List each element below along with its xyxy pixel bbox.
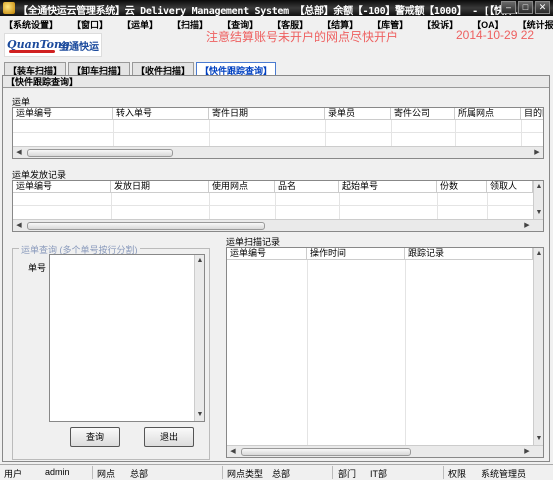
- logo-swoosh: [9, 50, 55, 53]
- scan-col-tracking[interactable]: 跟踪记录: [405, 248, 533, 259]
- tab-tracking-query[interactable]: 【快件跟踪查询】: [196, 62, 277, 76]
- menu-system-settings[interactable]: 【系统设置】: [4, 16, 58, 30]
- tracking-query-window: 【快件跟踪查询】 运单 运单编号 转入单号 寄件日期 录单员 寄件公司 所属网点…: [2, 75, 550, 462]
- scroll-down-icon[interactable]: ▼: [534, 208, 543, 218]
- scroll-left-icon[interactable]: ◀: [14, 221, 24, 231]
- status-site-type-value: 总部: [272, 469, 291, 479]
- scan-scroll-thumb[interactable]: [241, 448, 411, 456]
- status-perm-value: 系统管理员: [481, 469, 527, 479]
- scroll-left-icon[interactable]: ◀: [228, 447, 238, 457]
- status-bar: 用户 admin 网点 总部 网点类型 总部 部门 IT部 权限 系统管理员: [0, 464, 553, 480]
- window-title: 【全通快运云管理系统】云 Delivery Management System …: [18, 6, 531, 17]
- app-icon: [3, 2, 15, 14]
- menu-complaints[interactable]: 【投诉】: [422, 16, 458, 30]
- exit-button[interactable]: 退出: [144, 427, 194, 447]
- scroll-up-icon[interactable]: ▲: [534, 249, 543, 259]
- waybill-number-label: 单号: [28, 263, 47, 273]
- query-button[interactable]: 查询: [70, 427, 120, 447]
- waybill-col-sender-company[interactable]: 寄件公司: [391, 108, 455, 119]
- status-site-type-label: 网点类型: [227, 469, 264, 479]
- frame-title: 【快件跟踪查询】: [3, 76, 549, 88]
- notice-marquee: 注意结算账号未开户的网点尽快开户: [206, 30, 399, 44]
- logo-text-cn: 全通快运: [59, 42, 99, 53]
- status-user-value: admin: [45, 467, 70, 477]
- marquee-date: 2014-10-29 22: [456, 28, 535, 42]
- waybill-col-dest[interactable]: 目的网: [521, 108, 543, 119]
- status-site-label: 网点: [97, 469, 116, 479]
- status-perm-label: 权限: [448, 469, 467, 479]
- waybill-col-send-date[interactable]: 寄件日期: [209, 108, 325, 119]
- dispatch-scroll-thumb[interactable]: [27, 222, 265, 230]
- scan-vscrollbar[interactable]: ▲ ▼: [533, 248, 543, 445]
- waybill-hscrollbar[interactable]: ◀ ▶: [13, 146, 543, 158]
- status-dept-label: 部门: [338, 469, 357, 479]
- menu-window[interactable]: 【窗口】: [72, 16, 108, 30]
- scroll-down-icon[interactable]: ▼: [195, 410, 205, 420]
- scan-col-time[interactable]: 操作时间: [307, 248, 405, 259]
- dispatch-col-product[interactable]: 品名: [275, 181, 339, 192]
- query-vscrollbar[interactable]: ▲ ▼: [194, 255, 204, 421]
- scan-hscrollbar[interactable]: ◀ ▶: [227, 445, 543, 457]
- waybill-number-input[interactable]: ▲ ▼: [49, 254, 205, 422]
- dispatch-hscrollbar[interactable]: ◀ ▶: [13, 219, 543, 231]
- scroll-right-icon[interactable]: ▶: [522, 221, 532, 231]
- waybill-scroll-thumb[interactable]: [27, 149, 173, 157]
- maximize-button[interactable]: □: [518, 1, 533, 14]
- tab-unloading-scan[interactable]: 【卸车扫描】: [68, 62, 131, 76]
- status-user-label: 用户: [4, 469, 23, 479]
- dispatch-col-number[interactable]: 运单编号: [13, 181, 111, 192]
- scroll-left-icon[interactable]: ◀: [14, 148, 24, 158]
- dispatch-grid[interactable]: 运单编号 发放日期 使用网点 品名 起始单号 份数 领取人 ▲ ▼ ◀ ▶: [12, 180, 544, 232]
- tab-loading-scan[interactable]: 【装车扫描】: [4, 62, 67, 76]
- close-button[interactable]: ✕: [535, 1, 550, 14]
- dispatch-col-start-number[interactable]: 起始单号: [339, 181, 437, 192]
- waybill-grid[interactable]: 运单编号 转入单号 寄件日期 录单员 寄件公司 所属网点 目的网 ◀ ▶: [12, 107, 544, 159]
- scan-record-grid[interactable]: 运单编号 操作时间 跟踪记录 ▲ ▼ ◀ ▶: [226, 247, 544, 458]
- tab-receiving-scan[interactable]: 【收件扫描】: [132, 62, 195, 76]
- menu-scan[interactable]: 【扫描】: [172, 16, 208, 30]
- dispatch-col-copies[interactable]: 份数: [437, 181, 487, 192]
- minimize-button[interactable]: –: [501, 1, 516, 14]
- scroll-down-icon[interactable]: ▼: [534, 434, 543, 444]
- dispatch-col-receiver[interactable]: 领取人: [487, 181, 533, 192]
- waybill-col-entry-clerk[interactable]: 录单员: [325, 108, 391, 119]
- dispatch-vscrollbar[interactable]: ▲ ▼: [533, 181, 543, 219]
- scroll-right-icon[interactable]: ▶: [522, 447, 532, 457]
- waybill-col-number[interactable]: 运单编号: [13, 108, 113, 119]
- document-tabs: 【装车扫描】 【卸车扫描】 【收件扫描】 【快件跟踪查询】: [4, 62, 278, 76]
- status-site-value: 总部: [130, 469, 149, 479]
- dispatch-col-date[interactable]: 发放日期: [111, 181, 209, 192]
- status-dept-value: IT部: [370, 469, 387, 479]
- menu-waybill[interactable]: 【运单】: [122, 16, 158, 30]
- company-logo: QuanTong 全通快运: [4, 33, 102, 57]
- scroll-up-icon[interactable]: ▲: [195, 256, 205, 266]
- window-title-bar: 【全通快运云管理系统】云 Delivery Management System …: [0, 0, 553, 17]
- scroll-right-icon[interactable]: ▶: [532, 148, 542, 158]
- scan-col-number[interactable]: 运单编号: [227, 248, 307, 259]
- waybill-col-transfer[interactable]: 转入单号: [113, 108, 209, 119]
- waybill-col-site[interactable]: 所属网点: [455, 108, 521, 119]
- dispatch-col-site[interactable]: 使用网点: [209, 181, 275, 192]
- scroll-up-icon[interactable]: ▲: [534, 182, 543, 192]
